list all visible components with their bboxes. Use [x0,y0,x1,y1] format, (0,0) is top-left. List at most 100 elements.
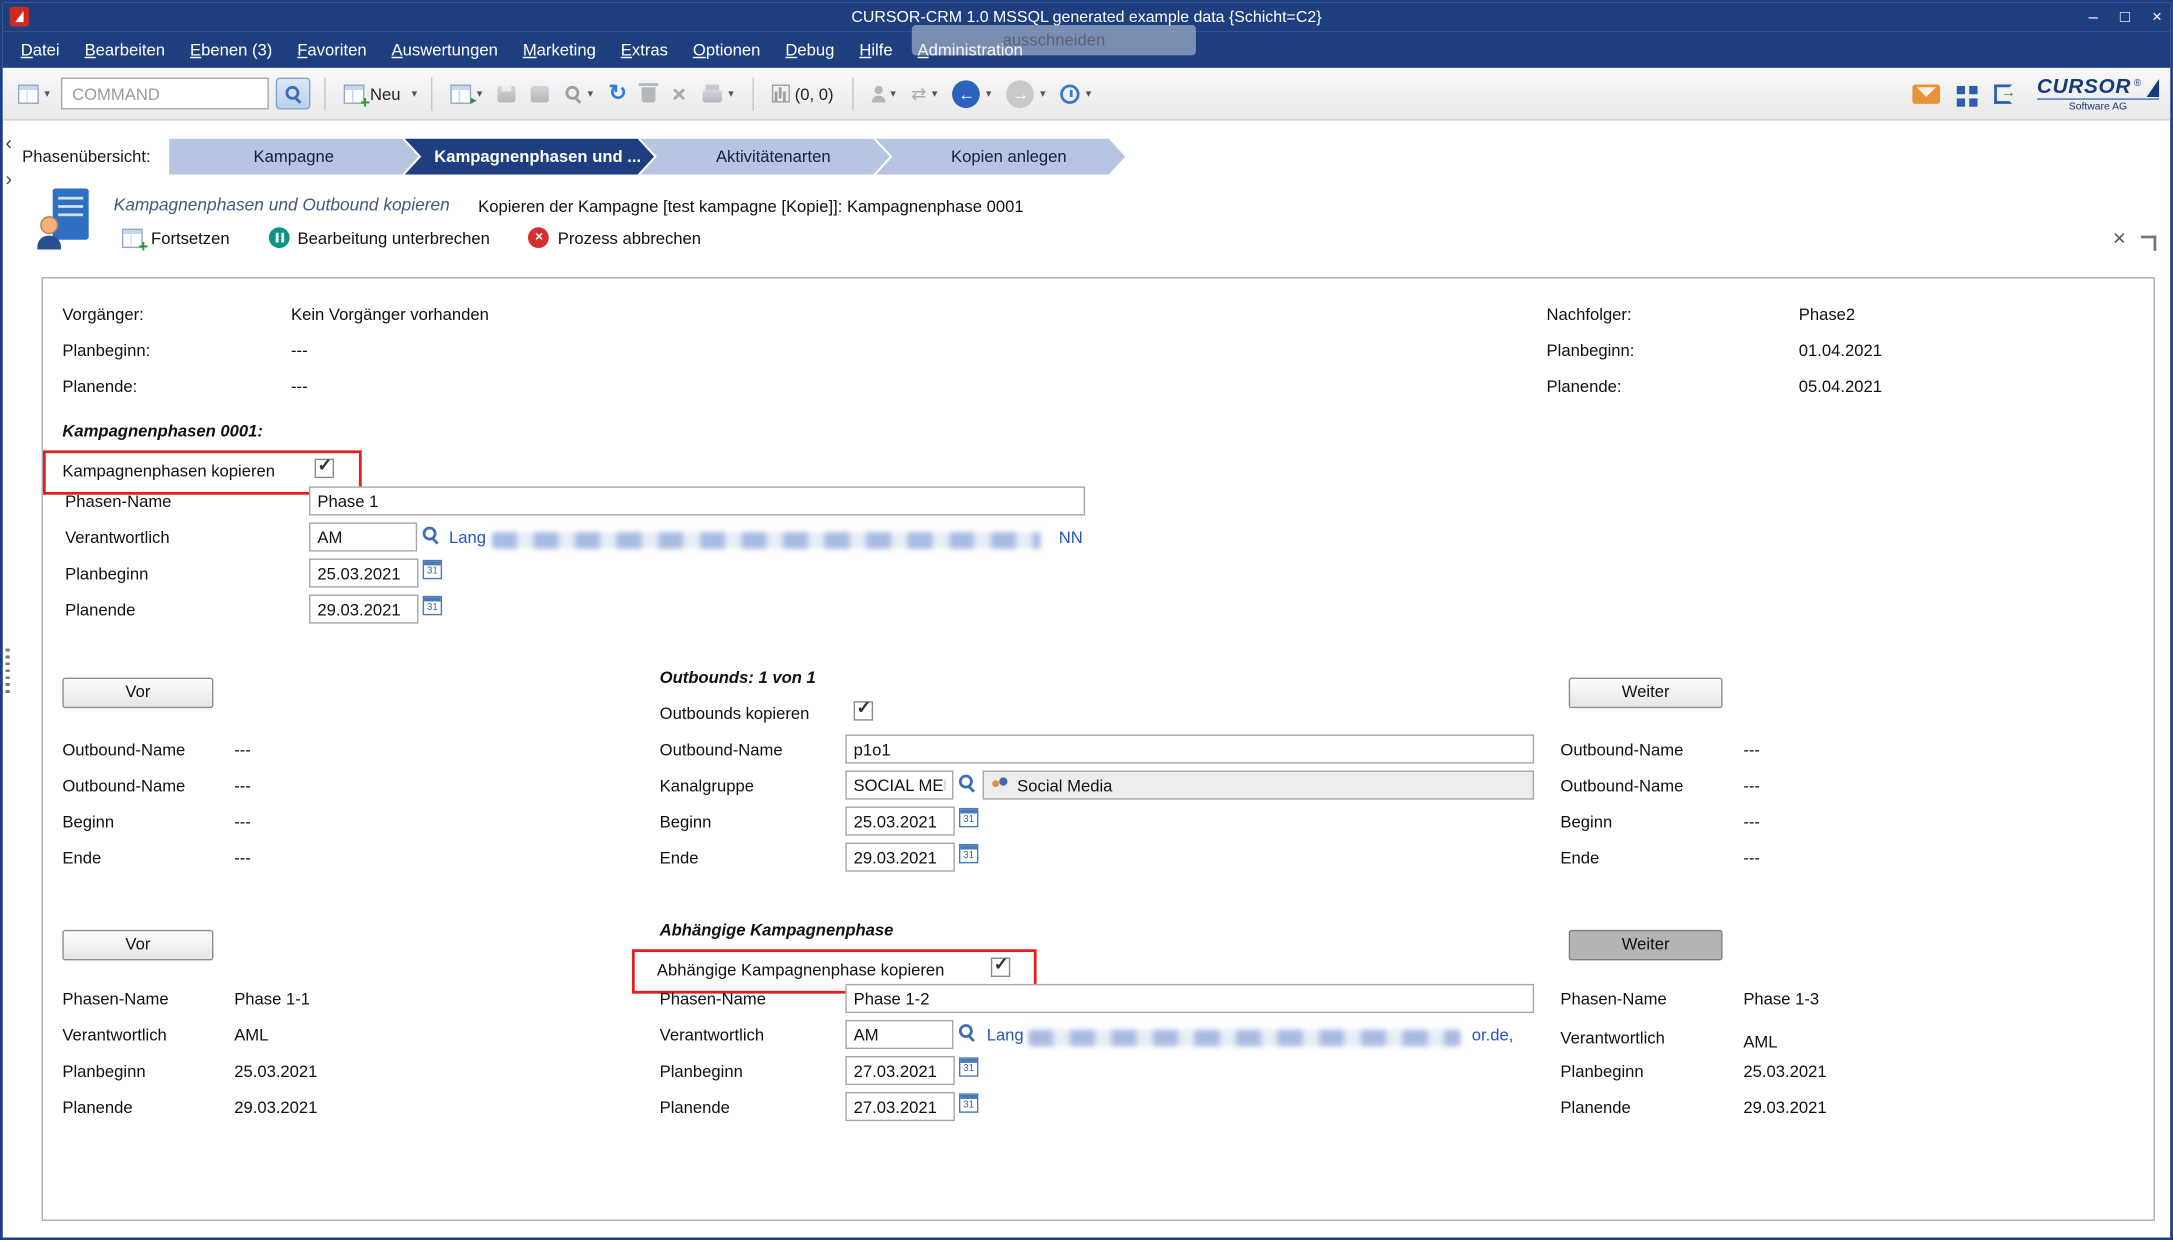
menu-extras[interactable]: Extras [608,32,680,68]
ende-input[interactable] [845,843,954,872]
verantwortlich-link[interactable]: Lang [449,528,486,547]
logout-button[interactable] [1990,81,2016,106]
window-layout-button[interactable]: ▾ [14,81,54,106]
outbound-name-label: Outbound-Name [62,776,185,795]
beginn-calendar-button[interactable] [959,808,978,832]
planende-input[interactable] [845,1092,954,1121]
phasen-name-label: Phasen-Name [660,989,766,1008]
printer-icon [703,89,722,101]
verantwortlich-input[interactable] [309,522,417,551]
verantwortlich-link[interactable]: Lang [987,1025,1024,1044]
bearbeitung-unterbrechen-button[interactable]: Bearbeitung unterbrechen [268,227,489,248]
outbound-name-input[interactable] [845,734,1534,763]
close-button[interactable]: × [2152,3,2162,32]
assign-dropdown-caret[interactable]: ▾ [890,87,896,99]
kanalgruppe-input[interactable] [845,771,953,800]
print-dropdown-caret[interactable]: ▾ [728,87,734,99]
advanced-search-button[interactable]: ▾ [560,82,597,106]
planbeginn-input[interactable] [845,1056,954,1085]
minimize-button[interactable]: – [2088,3,2097,32]
verantwortlich-link-end[interactable]: or.de, [1472,1025,1514,1044]
weiter-button-outbounds[interactable]: Weiter [1569,678,1723,708]
menu-hilfe[interactable]: Hilfe [847,32,905,68]
search-dropdown-caret[interactable]: ▾ [588,87,594,99]
planbeginn-calendar-button[interactable] [959,1057,978,1081]
planbeginn-label: Planbeginn [65,564,148,583]
notifications-button[interactable] [1908,81,1944,106]
splitter-drag-handle[interactable] [6,649,10,696]
vor-button-dependent[interactable]: Vor [62,930,213,960]
planende-input[interactable] [309,595,418,624]
phase-tab-kampagne[interactable]: Kampagne [169,139,418,175]
ende-calendar-button[interactable] [959,844,978,868]
back-button[interactable]: ← ▾ [949,77,996,110]
forward-button[interactable]: → ▾ [1003,77,1050,110]
menu-ebenen[interactable]: Ebenen (3) [178,32,285,68]
verantwortlich-lookup-button[interactable] [958,1023,976,1045]
save-button[interactable] [493,82,519,104]
outbounds-kopieren-checkbox[interactable]: ✓ [854,701,873,720]
command-search-button[interactable] [276,78,311,110]
history-button[interactable]: ▾ [1057,81,1096,106]
menu-debug[interactable]: Debug [773,32,847,68]
transfer-dropdown-caret[interactable]: ▾ [932,87,938,99]
apps-button[interactable] [1951,81,1983,106]
process-close-icon[interactable]: × [2113,230,2126,249]
kanalgruppe-display-field[interactable]: Social Media [983,771,1535,800]
phase-tab-label: Kampagnenphasen und ... [434,147,641,166]
planbeginn-label: Planbeginn [660,1062,743,1081]
phasen-name-input[interactable] [845,984,1534,1013]
phase-tab-kampagnenphasen[interactable]: Kampagnenphasen und ... [405,139,654,175]
toolbar-separator [752,77,753,110]
menu-auswertungen[interactable]: Auswertungen [379,32,510,68]
dependent-kopieren-checkbox[interactable]: ✓ [991,958,1010,977]
verantwortlich-lookup-button[interactable] [421,525,439,547]
phasen-name-label: Phasen-Name [62,989,168,1008]
beginn-value: --- [1743,812,1760,831]
assign-user-button[interactable]: ▾ [867,82,900,104]
vor-button-outbounds[interactable]: Vor [62,678,213,708]
export-dropdown-caret[interactable]: ▾ [477,87,483,99]
delete-button[interactable] [638,82,660,106]
phasen-name-input[interactable] [309,486,1085,515]
record-counter: (0, 0) [767,81,838,106]
process-subtitle: Kopieren der Kampagne [test kampagne [Ko… [478,197,1023,216]
verantwortlich-label: Verantwortlich [660,1025,764,1044]
prozess-abbrechen-button[interactable]: × Prozess abbrechen [529,227,701,248]
neu-dropdown-caret[interactable]: ▾ [412,87,418,99]
phase-tab-aktivitaetenarten[interactable]: Aktivitätenarten [640,139,889,175]
fortsetzen-button[interactable]: + Fortsetzen [122,228,230,247]
menu-optionen[interactable]: Optionen [680,32,772,68]
beginn-input[interactable] [845,807,954,836]
verantwortlich-input[interactable] [845,1020,953,1049]
command-input[interactable] [61,78,269,110]
verantwortlich-link-end[interactable]: NN [1059,528,1083,547]
back-dropdown-caret[interactable]: ▾ [986,87,992,99]
kanalgruppe-lookup-button[interactable] [958,773,976,795]
dropdown-caret[interactable]: ▾ [44,87,50,99]
menu-marketing[interactable]: Marketing [510,32,608,68]
history-dropdown-caret[interactable]: ▾ [1086,87,1092,99]
menu-favoriten[interactable]: Favoriten [285,32,379,68]
planbeginn-input[interactable] [309,558,418,587]
planende-calendar-button[interactable] [423,596,442,620]
phase-tab-kopien-anlegen[interactable]: Kopien anlegen [876,139,1125,175]
export-table-button[interactable]: ▸ ▾ [446,81,486,106]
print-button[interactable]: ▾ [699,82,738,104]
menu-datei[interactable]: Datei [8,32,72,68]
menu-bearbeiten[interactable]: Bearbeiten [72,32,177,68]
refresh-button[interactable]: ↻ [604,80,631,108]
weiter-button-dependent[interactable]: Weiter [1569,930,1723,960]
neu-button[interactable]: + Neu [340,81,405,106]
transfer-button[interactable]: ⇄ ▾ [907,80,942,108]
cut-button[interactable] [667,82,692,104]
planende-calendar-button[interactable] [959,1093,978,1117]
forward-dropdown-caret[interactable]: ▾ [1040,87,1046,99]
calendar-icon [959,844,978,863]
logo-subtitle: Software AG [2037,98,2159,111]
dock-panel-icon[interactable] [2141,236,2156,251]
planbeginn-calendar-button[interactable] [423,560,442,584]
validate-button[interactable] [527,82,553,104]
kampagnenphasen-kopieren-checkbox[interactable]: ✓ [315,459,334,478]
maximize-button[interactable]: □ [2120,3,2130,32]
